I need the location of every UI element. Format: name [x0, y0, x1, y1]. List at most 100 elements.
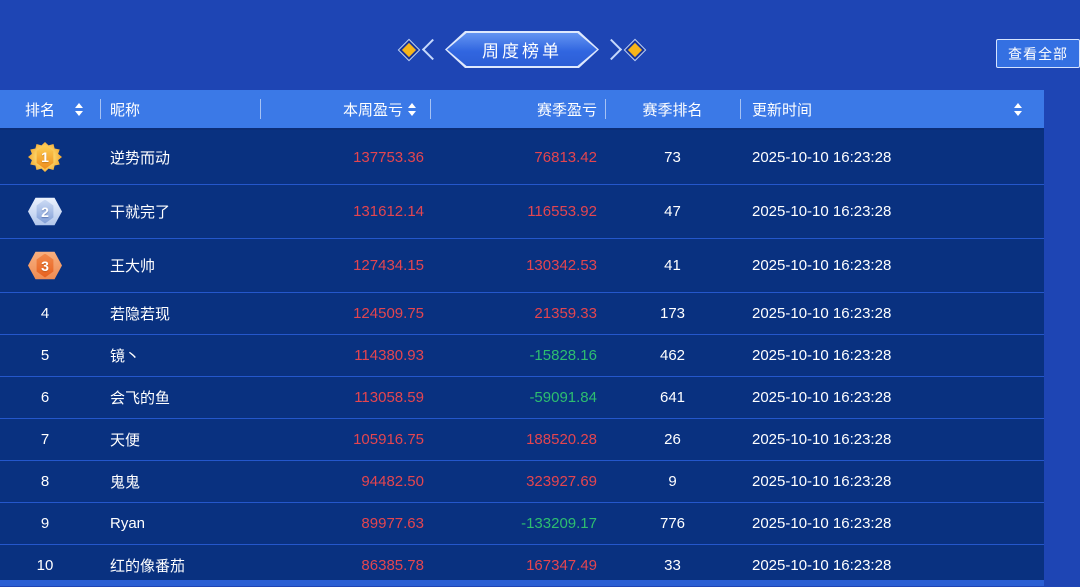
header-rank[interactable]: 排名 [0, 90, 100, 128]
season-pnl-cell: 21359.33 [430, 293, 605, 334]
rank-number: 7 [40, 431, 50, 448]
nickname-cell: 干就完了 [100, 185, 260, 238]
update-time-cell: 2025-10-10 16:23:28 [740, 130, 1044, 184]
header-season-pnl: 赛季盈亏 [430, 90, 605, 128]
week-pnl-value: 94482.50 [361, 473, 424, 490]
season-rank-value: 33 [664, 557, 681, 574]
nickname-text: 红的像番茄 [110, 558, 186, 575]
season-rank-value: 776 [659, 515, 686, 532]
table-row[interactable]: 3 王大帅 127434.15 130342.53 41 2025-10-10 … [0, 238, 1044, 292]
rank-badge: 3 [28, 251, 62, 281]
diamond-icon [623, 38, 647, 61]
header-season-pnl-label: 赛季盈亏 [536, 101, 597, 119]
title-badge: 周度榜单 [0, 31, 1044, 68]
season-rank-value: 462 [659, 347, 686, 364]
table-row[interactable]: 6 会飞的鱼 113058.59 -59091.84 641 2025-10-1… [0, 376, 1044, 418]
season-pnl-cell: -59091.84 [430, 377, 605, 418]
nickname-cell: 若隐若现 [100, 293, 260, 334]
week-pnl-value: 124509.75 [353, 305, 424, 322]
week-pnl-value: 114380.93 [354, 347, 424, 364]
week-pnl-cell: 89977.63 [260, 503, 430, 544]
nickname-cell: 鬼鬼 [100, 461, 260, 502]
diamond-icon [397, 38, 421, 61]
rank-cell: 9 [0, 503, 100, 544]
rank-number: 2 [41, 203, 49, 220]
season-rank-value: 173 [659, 305, 686, 322]
rank-cell: 6 [0, 377, 100, 418]
rank-cell: 2 [0, 185, 100, 238]
season-rank-cell: 47 [605, 185, 740, 238]
chevron-left-icon [421, 38, 444, 61]
header-week-pnl[interactable]: 本周盈亏 [260, 90, 430, 128]
nickname-text: 干就完了 [110, 204, 171, 221]
header-nickname-label: 昵称 [110, 101, 141, 119]
rank-cell: 3 [0, 239, 100, 292]
update-time-value: 2025-10-10 16:23:28 [752, 389, 892, 406]
view-all-button[interactable]: 查看全部 [996, 39, 1080, 68]
rank-cell: 8 [0, 461, 100, 502]
table-body: 1 逆势而动 137753.36 76813.42 73 2025-10-10 … [0, 130, 1044, 586]
table-bottom-bar [0, 580, 1044, 586]
season-rank-value: 73 [664, 148, 681, 166]
rank-number: 8 [40, 473, 50, 490]
week-pnl-value: 86385.78 [361, 557, 424, 574]
header-update-time[interactable]: 更新时间 [740, 90, 1044, 128]
rank-number: 9 [40, 515, 50, 532]
table-row[interactable]: 8 鬼鬼 94482.50 323927.69 9 2025-10-10 16:… [0, 460, 1044, 502]
chevron-right-icon [600, 38, 623, 61]
week-pnl-value: 131612.14 [353, 203, 424, 220]
sort-icon[interactable] [75, 102, 84, 116]
top-bar: 周度榜单 查看全部 [0, 0, 1080, 90]
season-rank-value: 9 [668, 473, 677, 490]
week-pnl-cell: 113058.59 [260, 377, 430, 418]
season-pnl-value: 130342.53 [526, 257, 597, 274]
rank-cell: 1 [0, 130, 100, 184]
rank-badge: 5 [28, 341, 62, 371]
rank-cell: 7 [0, 419, 100, 460]
header-week-pnl-label: 本周盈亏 [342, 101, 403, 119]
rank-badge: 4 [28, 299, 62, 329]
season-pnl-value: 323927.69 [526, 473, 597, 490]
sort-icon[interactable] [1014, 102, 1022, 116]
week-pnl-value: 113058.59 [354, 389, 424, 406]
header-update-time-label: 更新时间 [752, 101, 813, 119]
week-pnl-cell: 131612.14 [260, 185, 430, 238]
update-time-cell: 2025-10-10 16:23:28 [740, 293, 1044, 334]
rank-badge: 7 [28, 425, 62, 455]
table-row[interactable]: 9 Ryan 89977.63 -133209.17 776 2025-10-1… [0, 502, 1044, 544]
season-pnl-cell: 188520.28 [430, 419, 605, 460]
header-nickname: 昵称 [100, 90, 260, 128]
week-pnl-cell: 137753.36 [260, 130, 430, 184]
table-row[interactable]: 5 镜丶 114380.93 -15828.16 462 2025-10-10 … [0, 334, 1044, 376]
season-pnl-value: 21359.33 [534, 305, 597, 322]
nickname-cell: 逆势而动 [100, 130, 260, 184]
update-time-value: 2025-10-10 16:23:28 [752, 431, 892, 448]
season-rank-cell: 776 [605, 503, 740, 544]
nickname-cell: Ryan [100, 503, 260, 544]
rank-badge: 1 [28, 142, 62, 172]
table-row[interactable]: 4 若隐若现 124509.75 21359.33 173 2025-10-10… [0, 292, 1044, 334]
season-rank-cell: 462 [605, 335, 740, 376]
update-time-value: 2025-10-10 16:23:28 [752, 305, 892, 322]
title-hexagon: 周度榜单 [445, 31, 599, 68]
table-row[interactable]: 1 逆势而动 137753.36 76813.42 73 2025-10-10 … [0, 130, 1044, 184]
rank-number: 4 [40, 305, 50, 322]
season-pnl-cell: 130342.53 [430, 239, 605, 292]
update-time-value: 2025-10-10 16:23:28 [752, 203, 892, 220]
nickname-text: 逆势而动 [110, 149, 171, 167]
sort-icon[interactable] [408, 102, 416, 116]
rank-badge: 2 [28, 197, 62, 227]
season-pnl-cell: 76813.42 [430, 130, 605, 184]
update-time-cell: 2025-10-10 16:23:28 [740, 461, 1044, 502]
season-rank-value: 641 [659, 389, 686, 406]
rank-number: 10 [36, 557, 54, 574]
week-pnl-value: 127434.15 [353, 257, 424, 274]
header-rank-label: 排名 [25, 101, 56, 119]
update-time-value: 2025-10-10 16:23:28 [752, 557, 892, 574]
table-row[interactable]: 7 天便 105916.75 188520.28 26 2025-10-10 1… [0, 418, 1044, 460]
rank-badge: 8 [28, 467, 62, 497]
nickname-text: Ryan [110, 515, 146, 532]
table-row[interactable]: 2 干就完了 131612.14 116553.92 47 2025-10-10… [0, 184, 1044, 238]
season-rank-value: 47 [664, 203, 681, 220]
season-rank-cell: 9 [605, 461, 740, 502]
